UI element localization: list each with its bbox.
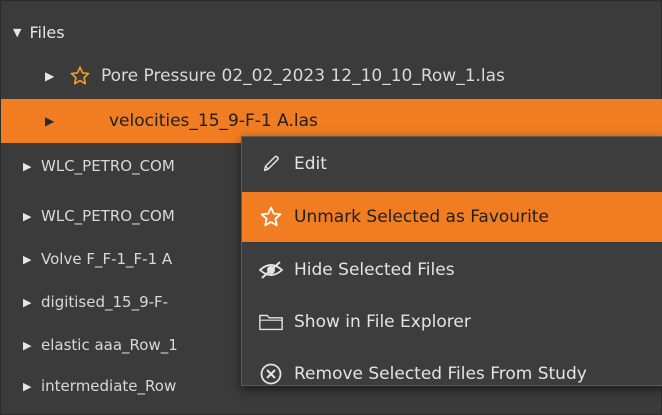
collapsed-triangle-icon[interactable]: ▶ [45,114,59,128]
files-group-header[interactable]: ▼ Files [13,19,65,45]
file-row-label: Volve F_F-1_F-1 A [41,250,173,268]
file-row-label: WLC_PETRO_COM [41,157,175,175]
menu-item-unmark-favourite[interactable]: Unmark Selected as Favourite [242,192,662,242]
files-panel: ▼ Files ▶ Pore Pressure 02_02_2023 12_10… [0,0,662,415]
file-row[interactable]: ▶ Pore Pressure 02_02_2023 12_10_10_Row_… [1,54,662,98]
files-group-label: Files [29,22,65,42]
collapsed-triangle-icon[interactable]: ▶ [23,210,33,223]
circle-x-icon [258,361,284,387]
collapsed-triangle-icon[interactable]: ▶ [23,339,33,352]
menu-item-label: Edit [294,154,327,174]
menu-item-remove-files[interactable]: Remove Selected Files From Study [242,349,662,399]
collapsed-triangle-icon[interactable]: ▶ [23,253,33,266]
favourite-star-icon [69,65,91,87]
file-row-label: digitised_15_9-F- [41,293,169,311]
menu-item-label: Hide Selected Files [294,260,455,280]
menu-item-label: Unmark Selected as Favourite [294,207,549,227]
context-menu: Edit Unmark Selected as Favourite Hide S… [241,136,662,386]
menu-item-show-in-explorer[interactable]: Show in File Explorer [242,297,662,347]
menu-item-edit[interactable]: Edit [242,139,662,189]
menu-item-label: Show in File Explorer [294,312,471,332]
file-row-label: intermediate_Row [41,377,177,395]
folder-icon [258,309,284,335]
menu-item-hide-files[interactable]: Hide Selected Files [242,245,662,295]
file-row-label: WLC_PETRO_COM [41,207,175,225]
file-row-label: velocities_15_9-F-1 A.las [109,111,318,131]
collapsed-triangle-icon[interactable]: ▶ [23,296,33,309]
file-row-label: Pore Pressure 02_02_2023 12_10_10_Row_1.… [101,66,505,86]
collapsed-triangle-icon[interactable]: ▶ [23,160,33,173]
collapsed-triangle-icon[interactable]: ▶ [23,380,33,393]
star-outline-icon [258,204,284,230]
menu-item-label: Remove Selected Files From Study [294,364,587,384]
file-row-label: elastic aaa_Row_1 [41,336,178,354]
collapsed-triangle-icon[interactable]: ▶ [45,69,59,83]
eye-hidden-icon [258,257,284,283]
expanded-triangle-icon[interactable]: ▼ [13,26,21,39]
pencil-icon [258,151,284,177]
